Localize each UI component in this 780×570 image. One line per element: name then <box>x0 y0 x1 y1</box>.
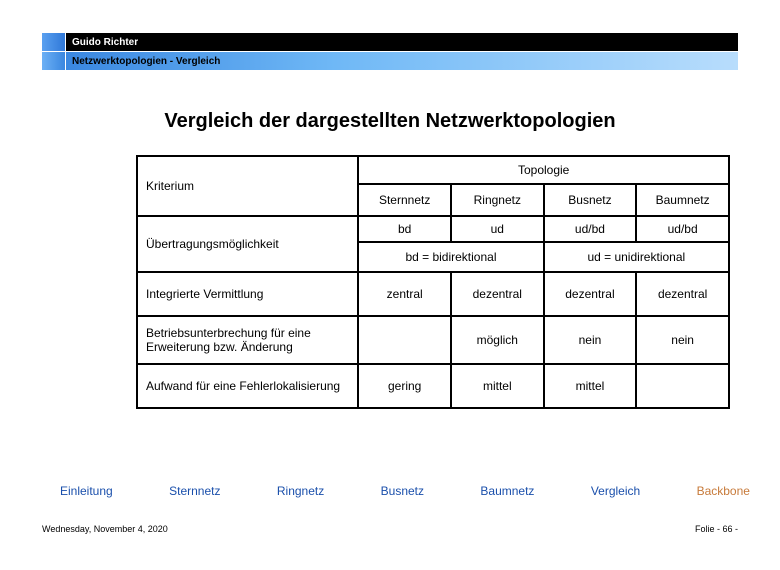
table-row-transmission-a: Übertragungsmöglichkeit bd ud ud/bd ud/b… <box>137 216 729 242</box>
cell: dezentral <box>451 272 544 316</box>
author-bar: Guido Richter <box>0 33 780 51</box>
subtitle-bar: Netzwerktopologien - Vergleich <box>0 52 780 70</box>
nav-item-ringnetz[interactable]: Ringnetz <box>277 484 324 498</box>
cell: möglich <box>451 316 544 364</box>
nav-item-backbone[interactable]: Backbone <box>697 484 750 498</box>
header-col-0: Sternnetz <box>358 184 451 216</box>
nav-item-baumnetz[interactable]: Baumnetz <box>480 484 534 498</box>
table-row: Betriebsunterbrechung für eine Erweiteru… <box>137 316 729 364</box>
cell: nein <box>636 316 729 364</box>
cell: dezentral <box>636 272 729 316</box>
slide: Guido Richter Netzwerktopologien - Vergl… <box>0 0 780 570</box>
subtitle-bar-accent-icon <box>42 52 65 70</box>
nav-item-einleitung[interactable]: Einleitung <box>60 484 113 498</box>
header-strip: Guido Richter Netzwerktopologien - Vergl… <box>0 33 780 70</box>
criterion-fault: Aufwand für eine Fehlerlokalisierung <box>137 364 358 408</box>
header-group: Topologie <box>358 156 729 184</box>
footer-date: Wednesday, November 4, 2020 <box>42 524 168 534</box>
cell: dezentral <box>544 272 637 316</box>
cell <box>636 364 729 408</box>
author-bar-accent-icon <box>42 33 65 51</box>
criterion-interruption: Betriebsunterbrechung für eine Erweiteru… <box>137 316 358 364</box>
table-row: Integrierte Vermittlung zentral dezentra… <box>137 272 729 316</box>
footer-page: Folie - 66 - <box>695 524 738 534</box>
cell: nein <box>544 316 637 364</box>
nav-item-sternnetz[interactable]: Sternnetz <box>169 484 220 498</box>
table-header-row-1: Kriterium Topologie <box>137 156 729 184</box>
cell: ud <box>451 216 544 242</box>
bottom-nav: Einleitung Sternnetz Ringnetz Busnetz Ba… <box>60 484 750 498</box>
comparison-table: Kriterium Topologie Sternnetz Ringnetz B… <box>136 155 730 409</box>
author-name: Guido Richter <box>66 33 738 51</box>
criterion-transmission: Übertragungsmöglichkeit <box>137 216 358 272</box>
cell <box>358 316 451 364</box>
header-col-2: Busnetz <box>544 184 637 216</box>
header-criterion: Kriterium <box>137 156 358 216</box>
legend-ud: ud = unidirektional <box>544 242 729 272</box>
cell: mittel <box>544 364 637 408</box>
header-col-1: Ringnetz <box>451 184 544 216</box>
cell: gering <box>358 364 451 408</box>
header-col-3: Baumnetz <box>636 184 729 216</box>
subtitle-text: Netzwerktopologien - Vergleich <box>66 52 738 70</box>
nav-item-vergleich[interactable]: Vergleich <box>591 484 640 498</box>
cell: ud/bd <box>636 216 729 242</box>
cell: zentral <box>358 272 451 316</box>
nav-item-busnetz[interactable]: Busnetz <box>381 484 424 498</box>
criterion-switching: Integrierte Vermittlung <box>137 272 358 316</box>
cell: mittel <box>451 364 544 408</box>
cell: ud/bd <box>544 216 637 242</box>
legend-bd: bd = bidirektional <box>358 242 543 272</box>
cell: bd <box>358 216 451 242</box>
slide-title: Vergleich der dargestellten Netzwerktopo… <box>0 110 780 133</box>
table-row: Aufwand für eine Fehlerlokalisierung ger… <box>137 364 729 408</box>
